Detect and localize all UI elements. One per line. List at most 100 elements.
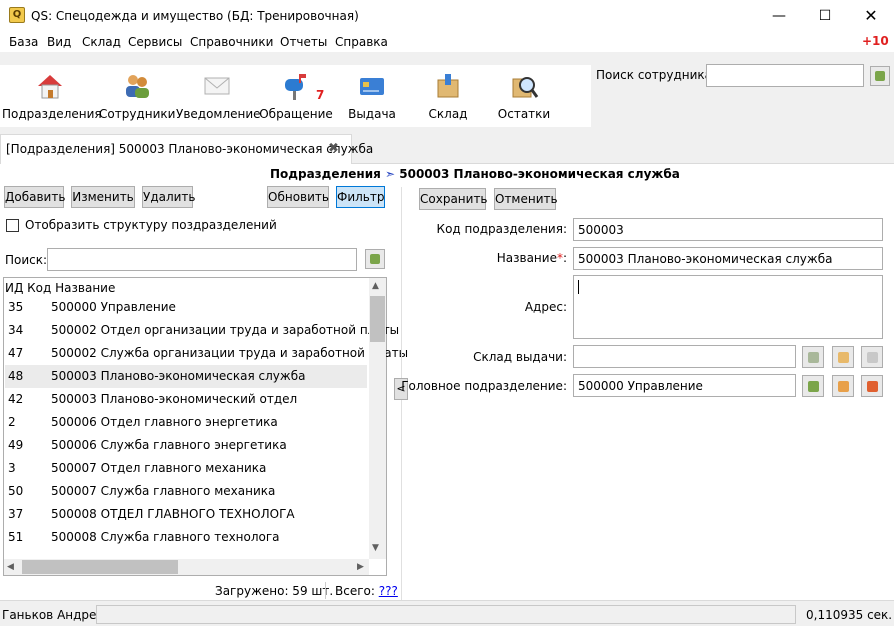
toolbar-stock-label: Остатки	[497, 107, 551, 121]
parent-select-button[interactable]	[802, 375, 824, 397]
save-button[interactable]: Сохранить	[419, 188, 488, 210]
warehouse-select-button[interactable]	[802, 346, 824, 368]
menu-item-directories[interactable]: Справочники	[190, 35, 273, 49]
parent-label: Головное подразделение:	[401, 379, 567, 393]
warehouse-label: Склад выдачи:	[473, 350, 567, 364]
code-field[interactable]: 500003	[573, 218, 883, 241]
cancel-button[interactable]: Отменить	[494, 188, 558, 210]
name-field[interactable]: 500003 Планово-экономическая служба	[573, 247, 883, 270]
address-field[interactable]	[573, 275, 883, 339]
name-label-text: Название	[496, 251, 557, 265]
clear-icon	[838, 352, 849, 363]
table-row[interactable]: 42 500003 Планово-экономический отдел	[5, 388, 367, 411]
table-row[interactable]: 37 500008 ОТДЕЛ ГЛАВНОГО ТЕХНОЛОГА	[5, 503, 367, 526]
table-row-selected[interactable]: 48 500003 Планово-экономическая служба	[5, 365, 367, 388]
delete-button[interactable]: Удалить	[142, 186, 196, 208]
warehouse-field[interactable]	[573, 345, 796, 368]
elapsed-time: 0,110935 сек.	[806, 608, 893, 622]
grid-header: ИД Код Название	[5, 281, 116, 295]
table-row[interactable]: 2 500006 Отдел главного энергетика	[5, 411, 367, 434]
code-label: Код подразделения:	[436, 222, 567, 236]
address-label: Адрес:	[524, 300, 567, 314]
current-user: Ганьков Андрей	[2, 608, 105, 622]
row-name: 500002 Служба организации труда и зарабо…	[51, 346, 409, 360]
table-row[interactable]: 47 500002 Служба организации труда и зара…	[5, 342, 408, 365]
employee-search-input[interactable]	[706, 64, 864, 87]
edit-icon	[867, 352, 878, 363]
notification-count-badge[interactable]: +10	[862, 34, 889, 48]
name-label: Название*:	[377, 251, 567, 265]
menu-item-reports[interactable]: Отчеты	[280, 35, 327, 49]
menu-item-help[interactable]: Справка	[335, 35, 388, 49]
row-id: 35	[8, 300, 24, 314]
name-label-colon: :	[562, 251, 567, 265]
row-name: 500006 Служба главного энергетика	[51, 438, 287, 452]
row-id: 34	[8, 323, 24, 337]
toolbar-issue-label: Выдача	[348, 107, 396, 121]
tab-close-icon[interactable]: ✖	[328, 141, 339, 156]
status-message-field	[96, 605, 796, 624]
table-row[interactable]: 3 500007 Отдел главного механика	[5, 457, 367, 480]
parent-edit-button[interactable]	[861, 375, 883, 397]
people-icon	[126, 75, 149, 98]
row-name: 500003 Планово-экономический отдел	[51, 392, 298, 406]
search-input[interactable]	[47, 248, 357, 271]
table-row[interactable]: 50 500007 Служба главного механика	[5, 480, 367, 503]
filter-button[interactable]: Фильтр	[336, 186, 385, 208]
text-cursor	[578, 280, 579, 294]
refresh-button[interactable]: Обновить	[267, 186, 329, 208]
menu-item-warehouse[interactable]: Склад	[82, 35, 121, 49]
menu-item-services[interactable]: Сервисы	[128, 35, 182, 49]
row-name: 500007 Служба главного механика	[51, 484, 276, 498]
total-count: Всего: ???	[335, 584, 398, 598]
maximize-button[interactable]: ☐	[802, 0, 848, 32]
scroll-down-icon[interactable]: ▼	[372, 543, 379, 553]
table-row[interactable]: 49 500006 Служба главного энергетика	[5, 434, 367, 457]
add-button[interactable]: Добавить	[4, 186, 65, 208]
warehouse-edit-button[interactable]	[861, 346, 883, 368]
table-row[interactable]: 35 500000 Управление	[5, 296, 367, 319]
scroll-right-icon[interactable]: ▶	[357, 562, 364, 572]
scroll-up-icon[interactable]: ▲	[372, 281, 379, 291]
row-name: 500003 Планово-экономическая служба	[51, 369, 306, 383]
edit-icon	[867, 381, 878, 392]
scroll-left-icon[interactable]: ◀	[7, 562, 14, 572]
house-icon	[38, 75, 62, 99]
parent-field[interactable]: 500000 Управление	[573, 374, 796, 397]
total-link[interactable]: ???	[379, 584, 398, 598]
toolbar-stock-button[interactable]: Остатки	[486, 65, 562, 127]
close-window-button[interactable]: ✕	[848, 0, 894, 32]
parent-clear-button[interactable]	[832, 375, 854, 397]
horizontal-scroll-thumb[interactable]	[22, 560, 178, 574]
row-id: 42	[8, 392, 24, 406]
warehouse-clear-button[interactable]	[832, 346, 854, 368]
toolbar-warehouse-button[interactable]: Склад	[411, 65, 485, 127]
employee-search-button[interactable]	[870, 66, 890, 86]
magnifier-icon	[512, 77, 539, 98]
breadcrumb-root[interactable]: Подразделения	[270, 167, 381, 181]
envelope-icon	[204, 77, 230, 95]
app-icon: Q	[9, 7, 25, 23]
row-id: 37	[8, 507, 24, 521]
toolbar-departments-button[interactable]: Подразделения	[2, 65, 102, 127]
toolbar-employees-button[interactable]: Сотрудники	[99, 65, 175, 127]
row-id: 49	[8, 438, 24, 452]
loaded-count: Загружено: 59 шт.	[215, 584, 334, 598]
breadcrumb: Подразделения ➣ 500003 Планово-экономиче…	[270, 167, 680, 181]
menu-item-base[interactable]: База	[9, 35, 38, 49]
toolbar-notification-label: Уведомление	[176, 107, 261, 121]
row-name: 500008 Служба главного технолога	[51, 530, 280, 544]
edit-button[interactable]: Изменить	[71, 186, 135, 208]
show-structure-checkbox[interactable]	[6, 219, 19, 232]
search-go-icon	[875, 71, 885, 81]
row-id: 3	[8, 461, 16, 475]
toolbar-notification-button[interactable]: Уведомление	[176, 65, 261, 127]
toolbar-issue-button[interactable]: Выдача	[334, 65, 410, 127]
toolbar-departments-label: Подразделения	[2, 107, 102, 121]
row-id: 48	[8, 369, 24, 383]
select-icon	[808, 352, 819, 363]
table-row[interactable]: 34 500002 Отдел организации труда и зараб…	[5, 319, 399, 342]
table-row[interactable]: 51 500008 Служба главного технолога	[5, 526, 367, 549]
menu-item-view[interactable]: Вид	[47, 35, 71, 49]
minimize-button[interactable]: —	[756, 0, 802, 32]
